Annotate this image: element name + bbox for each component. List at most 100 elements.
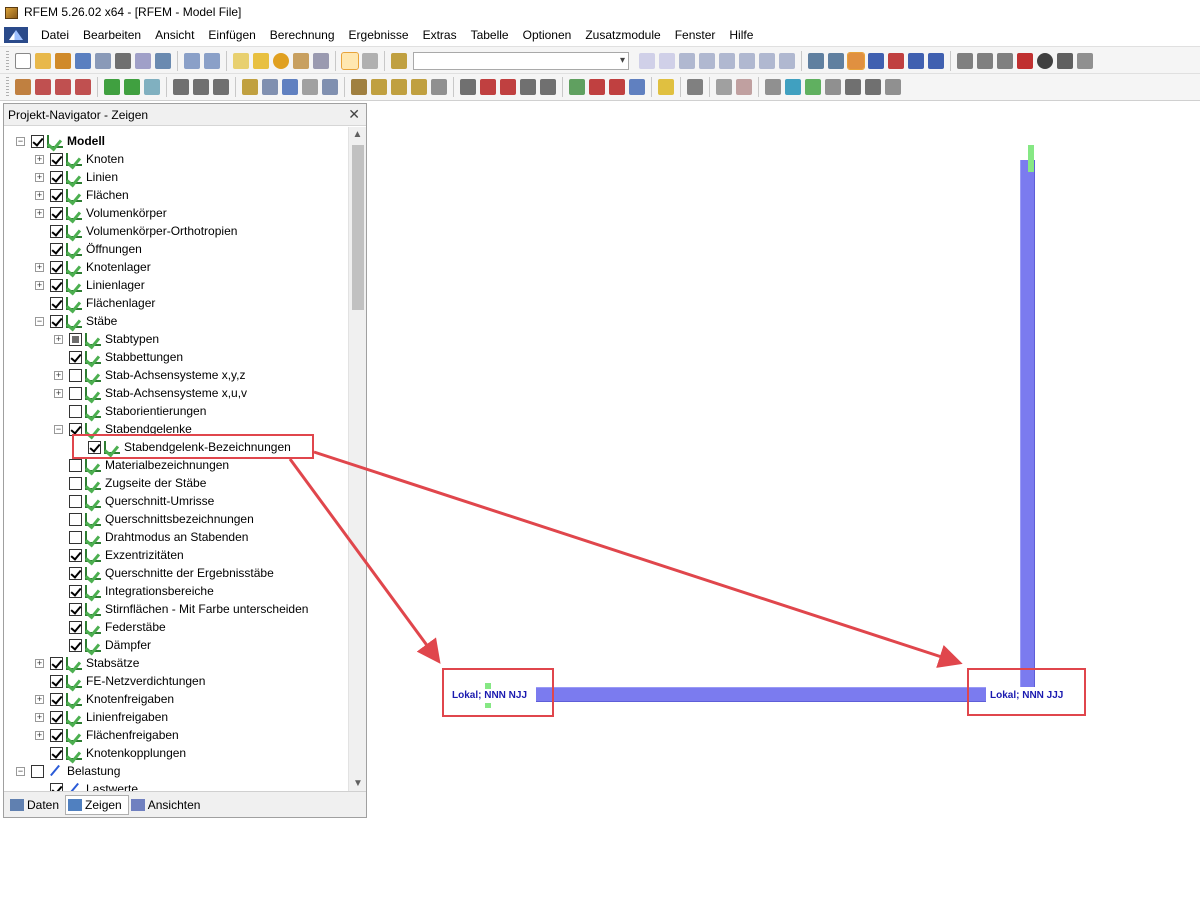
open-example-icon[interactable] [55, 52, 71, 69]
menu-ansicht[interactable]: Ansicht [148, 24, 201, 46]
navigator-scrollbar[interactable]: ▲ ▼ [348, 127, 366, 792]
tree-item[interactable]: Staborientierungen [54, 402, 206, 420]
generate-loads-icon[interactable] [391, 79, 407, 95]
expand-icon[interactable]: + [35, 280, 44, 290]
tree-item[interactable]: Flächenlager [35, 294, 155, 312]
tree-item[interactable]: + Stab-Achsensysteme x,u,v [54, 384, 247, 402]
view-iz-icon[interactable] [629, 79, 645, 95]
tree-item[interactable]: Querschnitte der Ergebnisstäbe [54, 564, 274, 582]
grid-display-icon[interactable] [865, 79, 881, 95]
dimension-icon[interactable] [173, 79, 189, 95]
mirror-icon[interactable] [997, 52, 1013, 69]
collapse-icon[interactable]: − [54, 424, 63, 434]
min-values-icon[interactable] [739, 52, 755, 69]
expand-icon[interactable]: + [35, 730, 44, 740]
document-menu-icon[interactable] [4, 27, 28, 43]
tree-item[interactable]: Volumenkörper-Orthotropien [35, 222, 237, 240]
menu-tabelle[interactable]: Tabelle [464, 24, 516, 46]
load-solid-icon[interactable] [302, 79, 318, 95]
checkbox[interactable] [50, 692, 63, 706]
arc-tool-icon[interactable] [977, 52, 993, 69]
menu-hilfe[interactable]: Hilfe [722, 24, 760, 46]
checkbox[interactable] [69, 566, 82, 580]
checkbox[interactable] [50, 746, 63, 760]
measure-icon[interactable] [293, 52, 309, 69]
checkbox[interactable] [69, 602, 82, 616]
max-values-icon[interactable] [699, 52, 715, 69]
tab-daten[interactable]: Daten [8, 795, 65, 815]
ruler-icon[interactable] [765, 79, 781, 95]
tree-item[interactable]: FE-Netzverdichtungen [35, 672, 205, 690]
expand-icon[interactable]: + [35, 694, 44, 704]
cad-import-icon[interactable] [351, 79, 367, 95]
table-toggle-icon[interactable] [362, 52, 378, 69]
search-icon[interactable] [253, 52, 269, 69]
tree-item[interactable]: + Linien [35, 168, 118, 186]
checkbox[interactable] [69, 548, 82, 562]
checkbox[interactable] [69, 458, 82, 472]
scroll-down-icon[interactable]: ▼ [349, 776, 367, 792]
results-icon[interactable] [679, 52, 695, 69]
menu-datei[interactable]: Datei [34, 24, 76, 46]
checkbox[interactable] [50, 728, 63, 742]
toolbar-grip[interactable] [6, 50, 9, 71]
checkbox[interactable] [69, 584, 82, 598]
navigator-toggle-icon[interactable] [341, 51, 359, 70]
member-support-icon[interactable] [124, 79, 140, 95]
tree-item[interactable]: Exzentrizitäten [54, 546, 184, 564]
render-mode-icon[interactable] [687, 79, 703, 95]
collapse-icon[interactable]: − [16, 136, 25, 146]
rotate-icon[interactable] [868, 52, 884, 69]
checkbox[interactable] [69, 512, 82, 526]
expand-icon[interactable]: + [35, 712, 44, 722]
pan-icon[interactable] [908, 52, 924, 69]
print-icon[interactable] [115, 52, 131, 69]
model-data-icon[interactable] [155, 52, 171, 69]
checkbox[interactable] [69, 530, 82, 544]
view-y-icon[interactable] [589, 79, 605, 95]
tree-item[interactable]: Querschnittsbezeichnungen [54, 510, 254, 528]
load-node-icon[interactable] [242, 79, 258, 95]
tree-item[interactable]: + Stabsätze [35, 654, 139, 672]
save-icon[interactable] [75, 52, 91, 69]
target-icon[interactable] [273, 52, 289, 69]
toolbar-grip[interactable] [6, 77, 9, 97]
tree-item[interactable]: + Flächen [35, 186, 129, 204]
guideline-icon[interactable] [213, 79, 229, 95]
filter-icon[interactable] [431, 79, 447, 95]
tree-item[interactable]: Querschnitt-Umrisse [54, 492, 214, 510]
polyline-icon[interactable] [55, 79, 71, 95]
checkbox[interactable] [69, 368, 82, 382]
view-zoom-window-icon[interactable] [480, 79, 496, 95]
checkbox[interactable] [69, 638, 82, 652]
checkbox[interactable] [50, 710, 63, 724]
tab-ansichten[interactable]: Ansichten [129, 795, 207, 815]
zoom-icon[interactable] [888, 52, 904, 69]
close-icon[interactable]: ✕ [348, 106, 360, 123]
checkbox[interactable] [50, 656, 63, 670]
checkbox[interactable] [50, 278, 63, 292]
tab-zeigen[interactable]: Zeigen [65, 794, 129, 815]
tree-item[interactable]: − Stäbe [35, 312, 117, 330]
sections-display-icon[interactable] [825, 79, 841, 95]
edit-icon[interactable] [233, 52, 249, 69]
display-options-icon[interactable] [1057, 52, 1073, 69]
support-icon[interactable] [104, 79, 120, 95]
checkbox[interactable] [69, 476, 82, 490]
menu-optionen[interactable]: Optionen [516, 24, 579, 46]
print-preview-icon[interactable] [1077, 52, 1093, 69]
tree-item[interactable]: Drahtmodus an Stabenden [54, 528, 248, 546]
tree-item[interactable]: Öffnungen [35, 240, 142, 258]
tree-item[interactable]: + Flächenfreigaben [35, 726, 179, 744]
select-icon[interactable] [928, 52, 944, 69]
load-surface-icon[interactable] [282, 79, 298, 95]
view-results-icon[interactable] [719, 52, 735, 69]
view-iso-icon[interactable] [520, 79, 536, 95]
tree-item[interactable]: Federstäbe [54, 618, 166, 636]
surface-icon[interactable] [144, 79, 160, 95]
menu-einfuegen[interactable]: Einfügen [201, 24, 262, 46]
node-top[interactable] [1028, 145, 1034, 172]
expand-icon[interactable]: + [35, 172, 44, 182]
nurbs-icon[interactable] [75, 79, 91, 95]
menu-berechnung[interactable]: Berechnung [263, 24, 342, 46]
